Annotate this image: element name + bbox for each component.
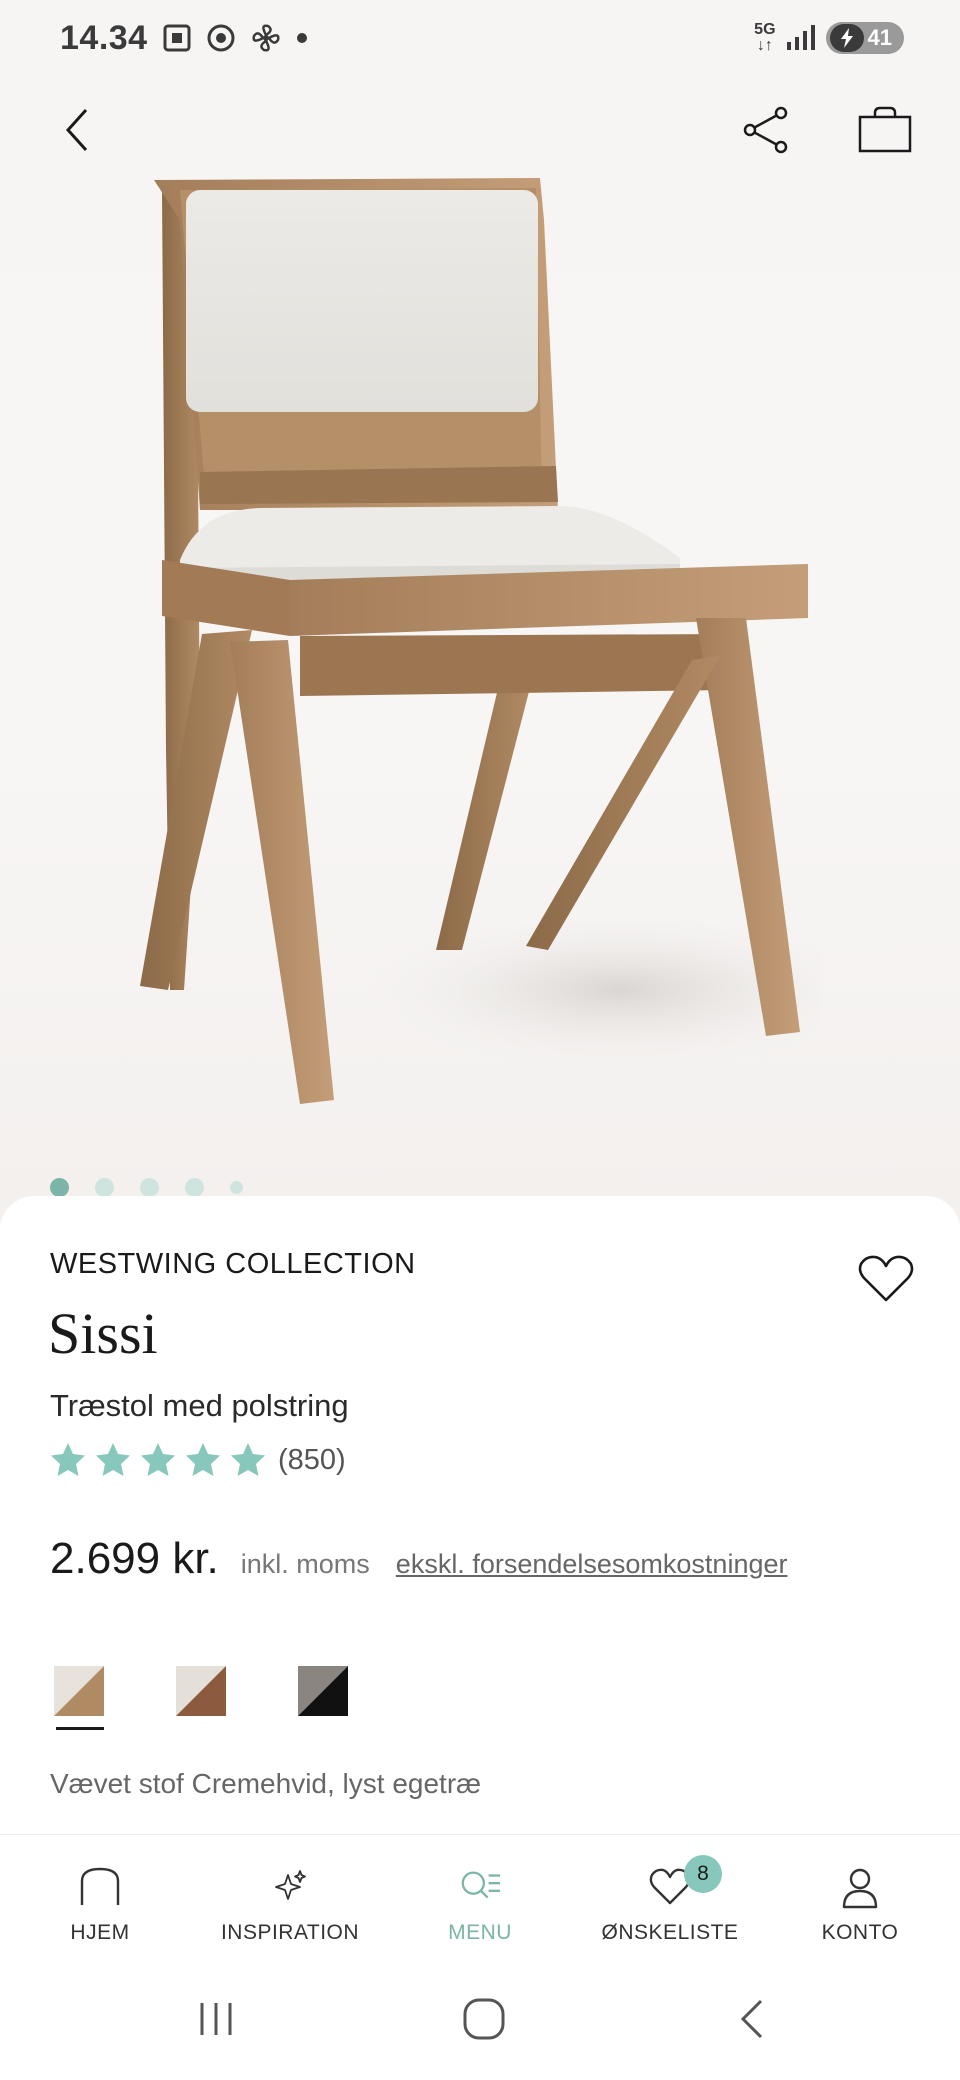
star-icon <box>96 1443 130 1476</box>
nav-menu[interactable]: MENU <box>390 1835 570 1954</box>
network-type: 5G <box>754 21 776 38</box>
back-button[interactable] <box>52 102 102 158</box>
brand-name[interactable]: WESTWING COLLECTION <box>50 1248 416 1281</box>
product-hero <box>0 0 960 1220</box>
screenshot-icon <box>162 23 192 53</box>
heart-icon <box>858 1255 914 1302</box>
chair-image <box>140 178 820 1104</box>
recent-apps-button[interactable] <box>186 1994 246 2044</box>
swatch-grey-black[interactable] <box>298 1666 350 1730</box>
nav-inspiration-label: INSPIRATION <box>220 1921 360 1944</box>
back-chevron-icon <box>740 1999 763 2039</box>
nav-wishlist[interactable]: 8 ØNSKELISTE <box>580 1835 760 1954</box>
battery-level: 41 <box>867 25 892 50</box>
sparkle-icon <box>268 1865 312 1909</box>
nav-wishlist-label: ØNSKELISTE <box>601 1921 739 1944</box>
pager-dot[interactable] <box>140 1178 159 1197</box>
product-subtitle: Træstol med polstring <box>50 1388 349 1423</box>
user-icon <box>838 1865 882 1909</box>
back-system-button[interactable] <box>722 1994 782 2044</box>
star-icon <box>186 1443 220 1476</box>
swatch-cream-light-oak[interactable] <box>54 1666 106 1730</box>
home-icon <box>78 1865 122 1909</box>
nav-account[interactable]: KONTO <box>770 1835 950 1954</box>
swatch-chip <box>298 1666 348 1716</box>
product-name: Sissi <box>48 1301 158 1366</box>
battery-indicator: 41 <box>825 22 904 54</box>
star-icon <box>231 1443 265 1476</box>
review-count[interactable]: (850) <box>278 1444 346 1477</box>
star-rating <box>50 1442 266 1478</box>
swatch-chip <box>54 1666 104 1716</box>
signal-icon <box>786 24 816 52</box>
star-icon <box>51 1443 85 1476</box>
chrome-icon <box>206 23 236 53</box>
vat-note: inkl. moms <box>240 1549 370 1579</box>
swatch-chip <box>176 1666 226 1716</box>
rating[interactable]: (850) <box>50 1442 346 1478</box>
home-system-button[interactable] <box>454 1994 514 2044</box>
product-details-sheet: WESTWING COLLECTION Sissi Træstol med po… <box>0 1196 960 1836</box>
status-bar: 14.34 5G ↓↑ 41 <box>0 0 960 76</box>
share-icon <box>743 106 788 154</box>
pager-dot[interactable] <box>50 1178 69 1197</box>
network-indicator: 5G ↓↑ <box>754 22 775 54</box>
charging-bolt-icon <box>829 24 864 52</box>
cart-button[interactable] <box>854 102 916 158</box>
shopping-bag-icon <box>858 106 912 153</box>
add-to-wishlist-button[interactable] <box>858 1254 914 1304</box>
fan-icon <box>250 22 282 54</box>
shipping-cost-link[interactable]: ekskl. forsendelsesomkostninger <box>396 1549 788 1580</box>
system-nav-bar <box>0 1954 960 2080</box>
chevron-left-icon <box>65 108 88 152</box>
selected-variant: Vævet stof Cremehvid, lyst egetræ <box>50 1768 482 1799</box>
nav-home-label: HJEM <box>70 1921 130 1944</box>
pager-dot[interactable] <box>230 1181 243 1194</box>
nav-home[interactable]: HJEM <box>10 1835 190 1954</box>
star-icon <box>141 1443 175 1476</box>
swatch-cream-dark-wood[interactable] <box>176 1666 228 1730</box>
nav-inspiration[interactable]: INSPIRATION <box>200 1835 380 1954</box>
image-pager[interactable] <box>50 1178 243 1197</box>
pager-dot[interactable] <box>95 1178 114 1197</box>
pager-dot[interactable] <box>185 1178 204 1197</box>
price-row: 2.699 kr. inkl. moms ekskl. forsendelses… <box>50 1534 787 1584</box>
dot-icon <box>296 32 308 44</box>
home-circle-icon <box>463 1998 505 2040</box>
share-button[interactable] <box>736 102 796 158</box>
nav-account-label: KONTO <box>821 1921 899 1944</box>
bottom-nav: HJEM INSPIRATION MENU 8 ØNSKELISTE KONTO <box>0 1834 960 1954</box>
network-arrows: ↓↑ <box>756 37 773 54</box>
top-nav <box>0 96 960 166</box>
wishlist-count-badge: 8 <box>684 1855 722 1893</box>
price: 2.699 kr. <box>50 1534 219 1583</box>
status-time: 14.34 <box>60 18 148 57</box>
recent-apps-icon <box>200 2003 232 2035</box>
color-swatches <box>54 1666 350 1730</box>
search-menu-icon <box>458 1865 502 1909</box>
nav-menu-label: MENU <box>448 1921 512 1944</box>
